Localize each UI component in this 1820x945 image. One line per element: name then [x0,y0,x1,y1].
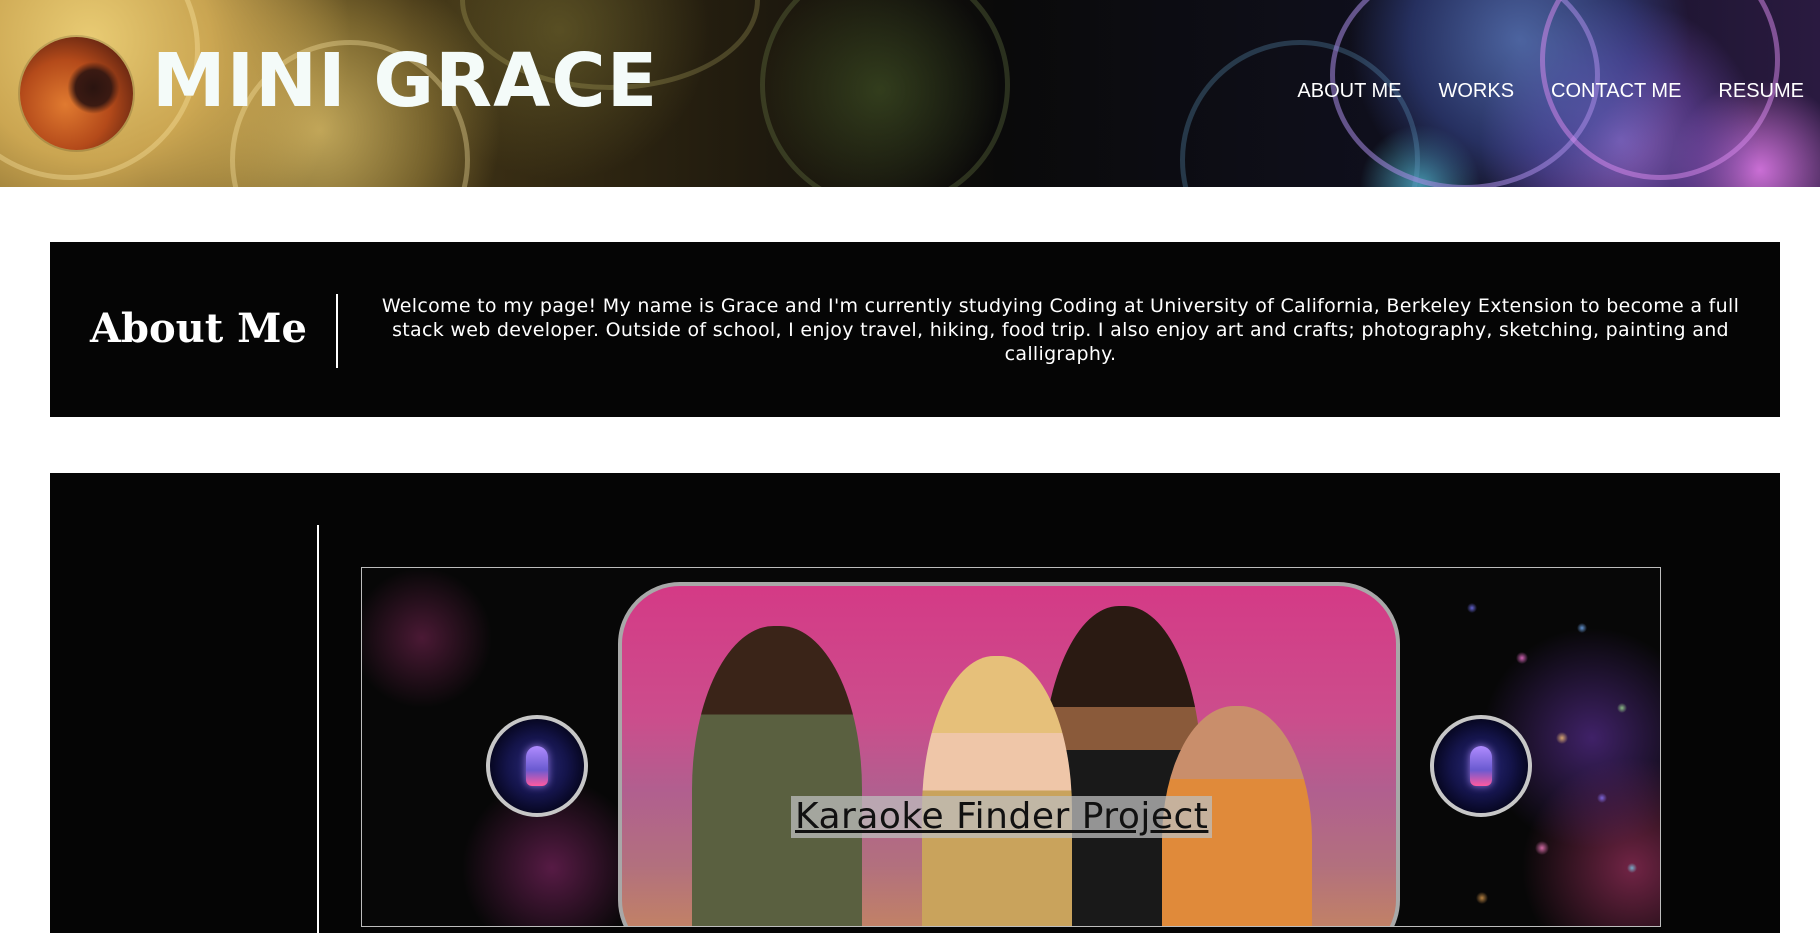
singer-figure-image [692,626,862,926]
avatar [20,37,133,150]
microphone-icon [526,746,548,786]
singer-figure-image [922,656,1072,926]
nav-contact-me[interactable]: CONTACT ME [1551,78,1681,104]
about-section: About Me Welcome to my page! My name is … [50,242,1780,417]
nav-about-me[interactable]: ABOUT ME [1297,78,1401,104]
site-title: MINI GRACE [152,38,659,124]
site-header: MINI GRACE ABOUT ME WORKS CONTACT ME RES… [0,0,1820,187]
about-divider [336,294,338,368]
about-title: About Me [90,305,307,352]
karaoke-logo-icon [1430,715,1532,817]
main-nav: ABOUT ME WORKS CONTACT ME RESUME [1297,78,1804,104]
microphone-icon [1470,746,1492,786]
project-screenshot-image [618,582,1400,926]
works-divider [317,525,319,945]
project-title-link[interactable]: Karaoke Finder Project [791,796,1213,838]
project-card-karaoke-finder[interactable]: Karaoke Finder Project [361,567,1661,927]
nav-resume[interactable]: RESUME [1718,78,1804,104]
bokeh-decoration [760,0,1010,187]
nav-works[interactable]: WORKS [1438,78,1514,104]
karaoke-logo-icon [486,715,588,817]
works-section: Karaoke Finder Project [50,473,1780,945]
about-text: Welcome to my page! My name is Grace and… [381,295,1740,365]
